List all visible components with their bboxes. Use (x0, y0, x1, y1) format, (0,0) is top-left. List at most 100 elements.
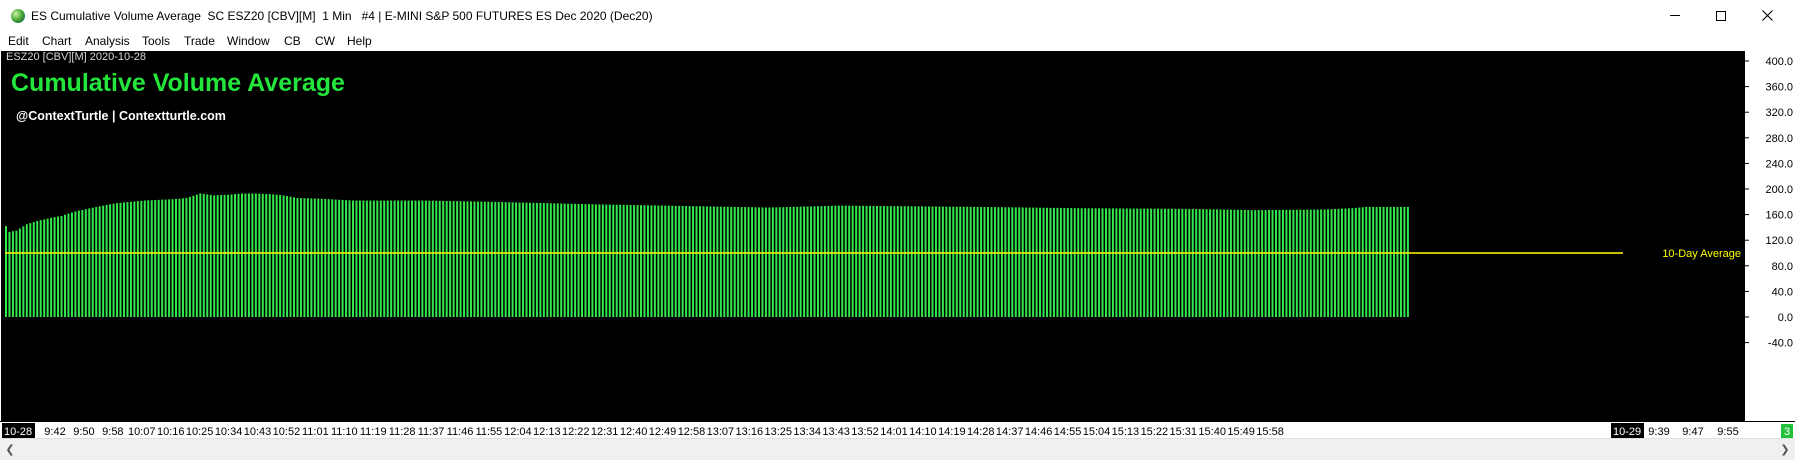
minimize-button[interactable] (1652, 0, 1698, 31)
x-tick-label: 10:52 (273, 426, 301, 438)
volume-bar (948, 206, 951, 317)
volume-bar (1014, 207, 1017, 317)
volume-bar (907, 206, 910, 317)
volume-bar (1337, 208, 1340, 317)
menu-edit[interactable]: Edit (8, 33, 29, 49)
time-axis[interactable]: 10-28 9:42 9:50 9:58 10:07 10:16 10:25 10:34 10:… (0, 421, 1795, 439)
volume-bar (43, 219, 46, 317)
y-tick-label: 280.0 (1765, 133, 1793, 145)
volume-bar (1243, 209, 1246, 317)
minimize-icon (1670, 15, 1680, 16)
volume-bar (1354, 207, 1357, 317)
volume-bar (95, 206, 98, 317)
volume-bar (1021, 207, 1024, 317)
volume-bar (421, 200, 424, 317)
volume-bar (105, 205, 108, 317)
volume-bar (1163, 208, 1166, 317)
volume-bar (1306, 209, 1309, 317)
volume-bar (70, 212, 73, 317)
volume-bar (1188, 208, 1191, 317)
volume-bar (1261, 210, 1264, 317)
horizontal-scrollbar[interactable]: ❮ ❯ (0, 438, 1795, 460)
volume-bar (60, 215, 63, 317)
maximize-button[interactable] (1698, 0, 1744, 31)
volume-bar (1195, 209, 1198, 317)
menu-analysis[interactable]: Analysis (85, 33, 130, 49)
volume-bar (303, 198, 306, 317)
volume-bar (976, 206, 979, 317)
volume-bar (362, 200, 365, 317)
menu-tools[interactable]: Tools (142, 33, 170, 49)
volume-bar (175, 198, 178, 317)
volume-bar (657, 205, 660, 317)
volume-bar (234, 194, 237, 317)
x-tick-label: 11:10 (331, 426, 358, 438)
volume-bar (1046, 207, 1048, 317)
volume-bar (1257, 210, 1260, 317)
volume-bar (230, 194, 233, 317)
volume-bar (74, 211, 77, 317)
menu-chart[interactable]: Chart (42, 33, 71, 49)
volume-bar (653, 205, 656, 317)
volume-bar (785, 207, 788, 317)
volume-bar (272, 194, 275, 317)
volume-bar (903, 206, 906, 317)
volume-bar (404, 200, 407, 317)
volume-bar (980, 206, 983, 317)
volume-bar (570, 203, 573, 317)
volume-bar (15, 230, 18, 317)
volume-bar (334, 199, 337, 317)
volume-bar (1063, 208, 1066, 317)
menu-cw[interactable]: CW (315, 33, 335, 49)
volume-bar (154, 200, 157, 317)
volume-bar (615, 204, 618, 317)
volume-bar (619, 204, 622, 317)
volume-bar (1209, 209, 1212, 317)
x-tick-label: 15:40 (1198, 426, 1226, 438)
volume-bar (317, 198, 320, 317)
y-tick-label: 80.0 (1772, 261, 1793, 273)
volume-bar (372, 200, 375, 317)
volume-bar (699, 206, 701, 317)
scroll-right-arrow-icon[interactable]: ❯ (1775, 439, 1795, 460)
menu-trade[interactable]: Trade (184, 33, 215, 49)
volume-bar (150, 200, 153, 317)
menu-window[interactable]: Window (227, 33, 270, 49)
scroll-left-arrow-icon[interactable]: ❮ (0, 439, 20, 460)
volume-bar (251, 193, 254, 317)
volume-bar (1170, 208, 1173, 317)
volume-bar (882, 206, 885, 317)
volume-bar (1073, 208, 1076, 317)
y-tick-label: -40.0 (1768, 338, 1793, 350)
volume-bar (202, 193, 205, 317)
y-tick-label: 240.0 (1765, 158, 1793, 170)
volume-bar (1184, 208, 1187, 317)
volume-bar (553, 203, 556, 317)
volume-bar (931, 206, 934, 317)
volume-bar (1247, 209, 1250, 317)
volume-bar (116, 203, 119, 317)
volume-bar (1084, 208, 1087, 317)
volume-bar (84, 209, 87, 317)
volume-bar (341, 199, 344, 317)
volume-bar (338, 199, 341, 317)
volume-bar (476, 201, 479, 317)
volume-bar (872, 205, 875, 317)
volume-bar (1372, 206, 1375, 317)
volume-bar (705, 206, 708, 317)
x-tick-label: 9:55 (1717, 426, 1738, 438)
volume-bar (442, 200, 445, 317)
price-axis[interactable]: 400.0 360.0 320.0 280.0 240.0 200.0 160.0 120.0… (1744, 51, 1795, 421)
volume-bar (306, 198, 309, 317)
volume-bar (1216, 209, 1219, 317)
menu-cb[interactable]: CB (284, 33, 301, 49)
menu-help[interactable]: Help (347, 33, 372, 49)
volume-bar (584, 204, 587, 317)
close-button[interactable] (1744, 0, 1790, 31)
volume-bar (1285, 209, 1288, 317)
chart-plot-area[interactable]: 10-Day Average ESZ20 [CBV][M] 2020-10-28… (1, 51, 1744, 421)
volume-bar (431, 200, 434, 317)
volume-bar (747, 207, 750, 317)
volume-bar (1396, 206, 1399, 317)
volume-bar (1150, 208, 1153, 317)
